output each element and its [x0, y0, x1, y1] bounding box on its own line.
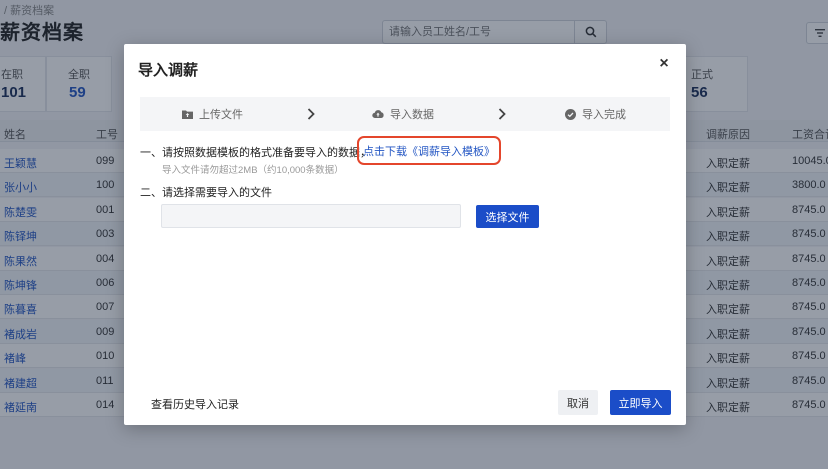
- cancel-button[interactable]: 取消: [558, 390, 598, 415]
- selected-file-field[interactable]: [161, 204, 461, 228]
- chevron-right-icon: [498, 108, 506, 120]
- step-label: 导入数据: [390, 109, 434, 121]
- import-now-button[interactable]: 立即导入: [610, 390, 671, 415]
- step-label: 上传文件: [199, 109, 243, 121]
- download-template-label: 点击下载《调薪导入模板》: [363, 145, 495, 158]
- step-label: 导入完成: [582, 109, 626, 121]
- chevron-right-icon: [307, 108, 315, 120]
- close-button[interactable]: ×: [656, 56, 672, 72]
- folder-upload-icon: [182, 110, 193, 119]
- step-upload-file: 上传文件: [182, 97, 243, 131]
- check-circle-icon: [565, 108, 576, 120]
- import-salary-modal: 导入调薪 × 上传文件 导入数据 导入完成 一、请按照数据模板的格式准备要导入的…: [124, 44, 686, 425]
- step-import-complete: 导入完成: [565, 97, 626, 131]
- instruction-step-1: 一、请按照数据模板的格式准备要导入的数据，: [140, 147, 371, 159]
- close-icon: ×: [659, 55, 669, 72]
- file-size-note: 导入文件请勿超过2MB（约10,000条数据）: [162, 165, 344, 176]
- modal-title: 导入调薪: [138, 62, 199, 79]
- instruction-step-2: 二、请选择需要导入的文件: [140, 187, 272, 199]
- choose-file-button[interactable]: 选择文件: [476, 205, 539, 228]
- cloud-upload-icon: [372, 110, 384, 119]
- download-template-link[interactable]: 点击下载《调薪导入模板》: [357, 136, 501, 165]
- step-import-data: 导入数据: [372, 97, 434, 131]
- import-steps: 上传文件 导入数据 导入完成: [140, 97, 670, 131]
- import-history-link[interactable]: 查看历史导入记录: [151, 396, 239, 412]
